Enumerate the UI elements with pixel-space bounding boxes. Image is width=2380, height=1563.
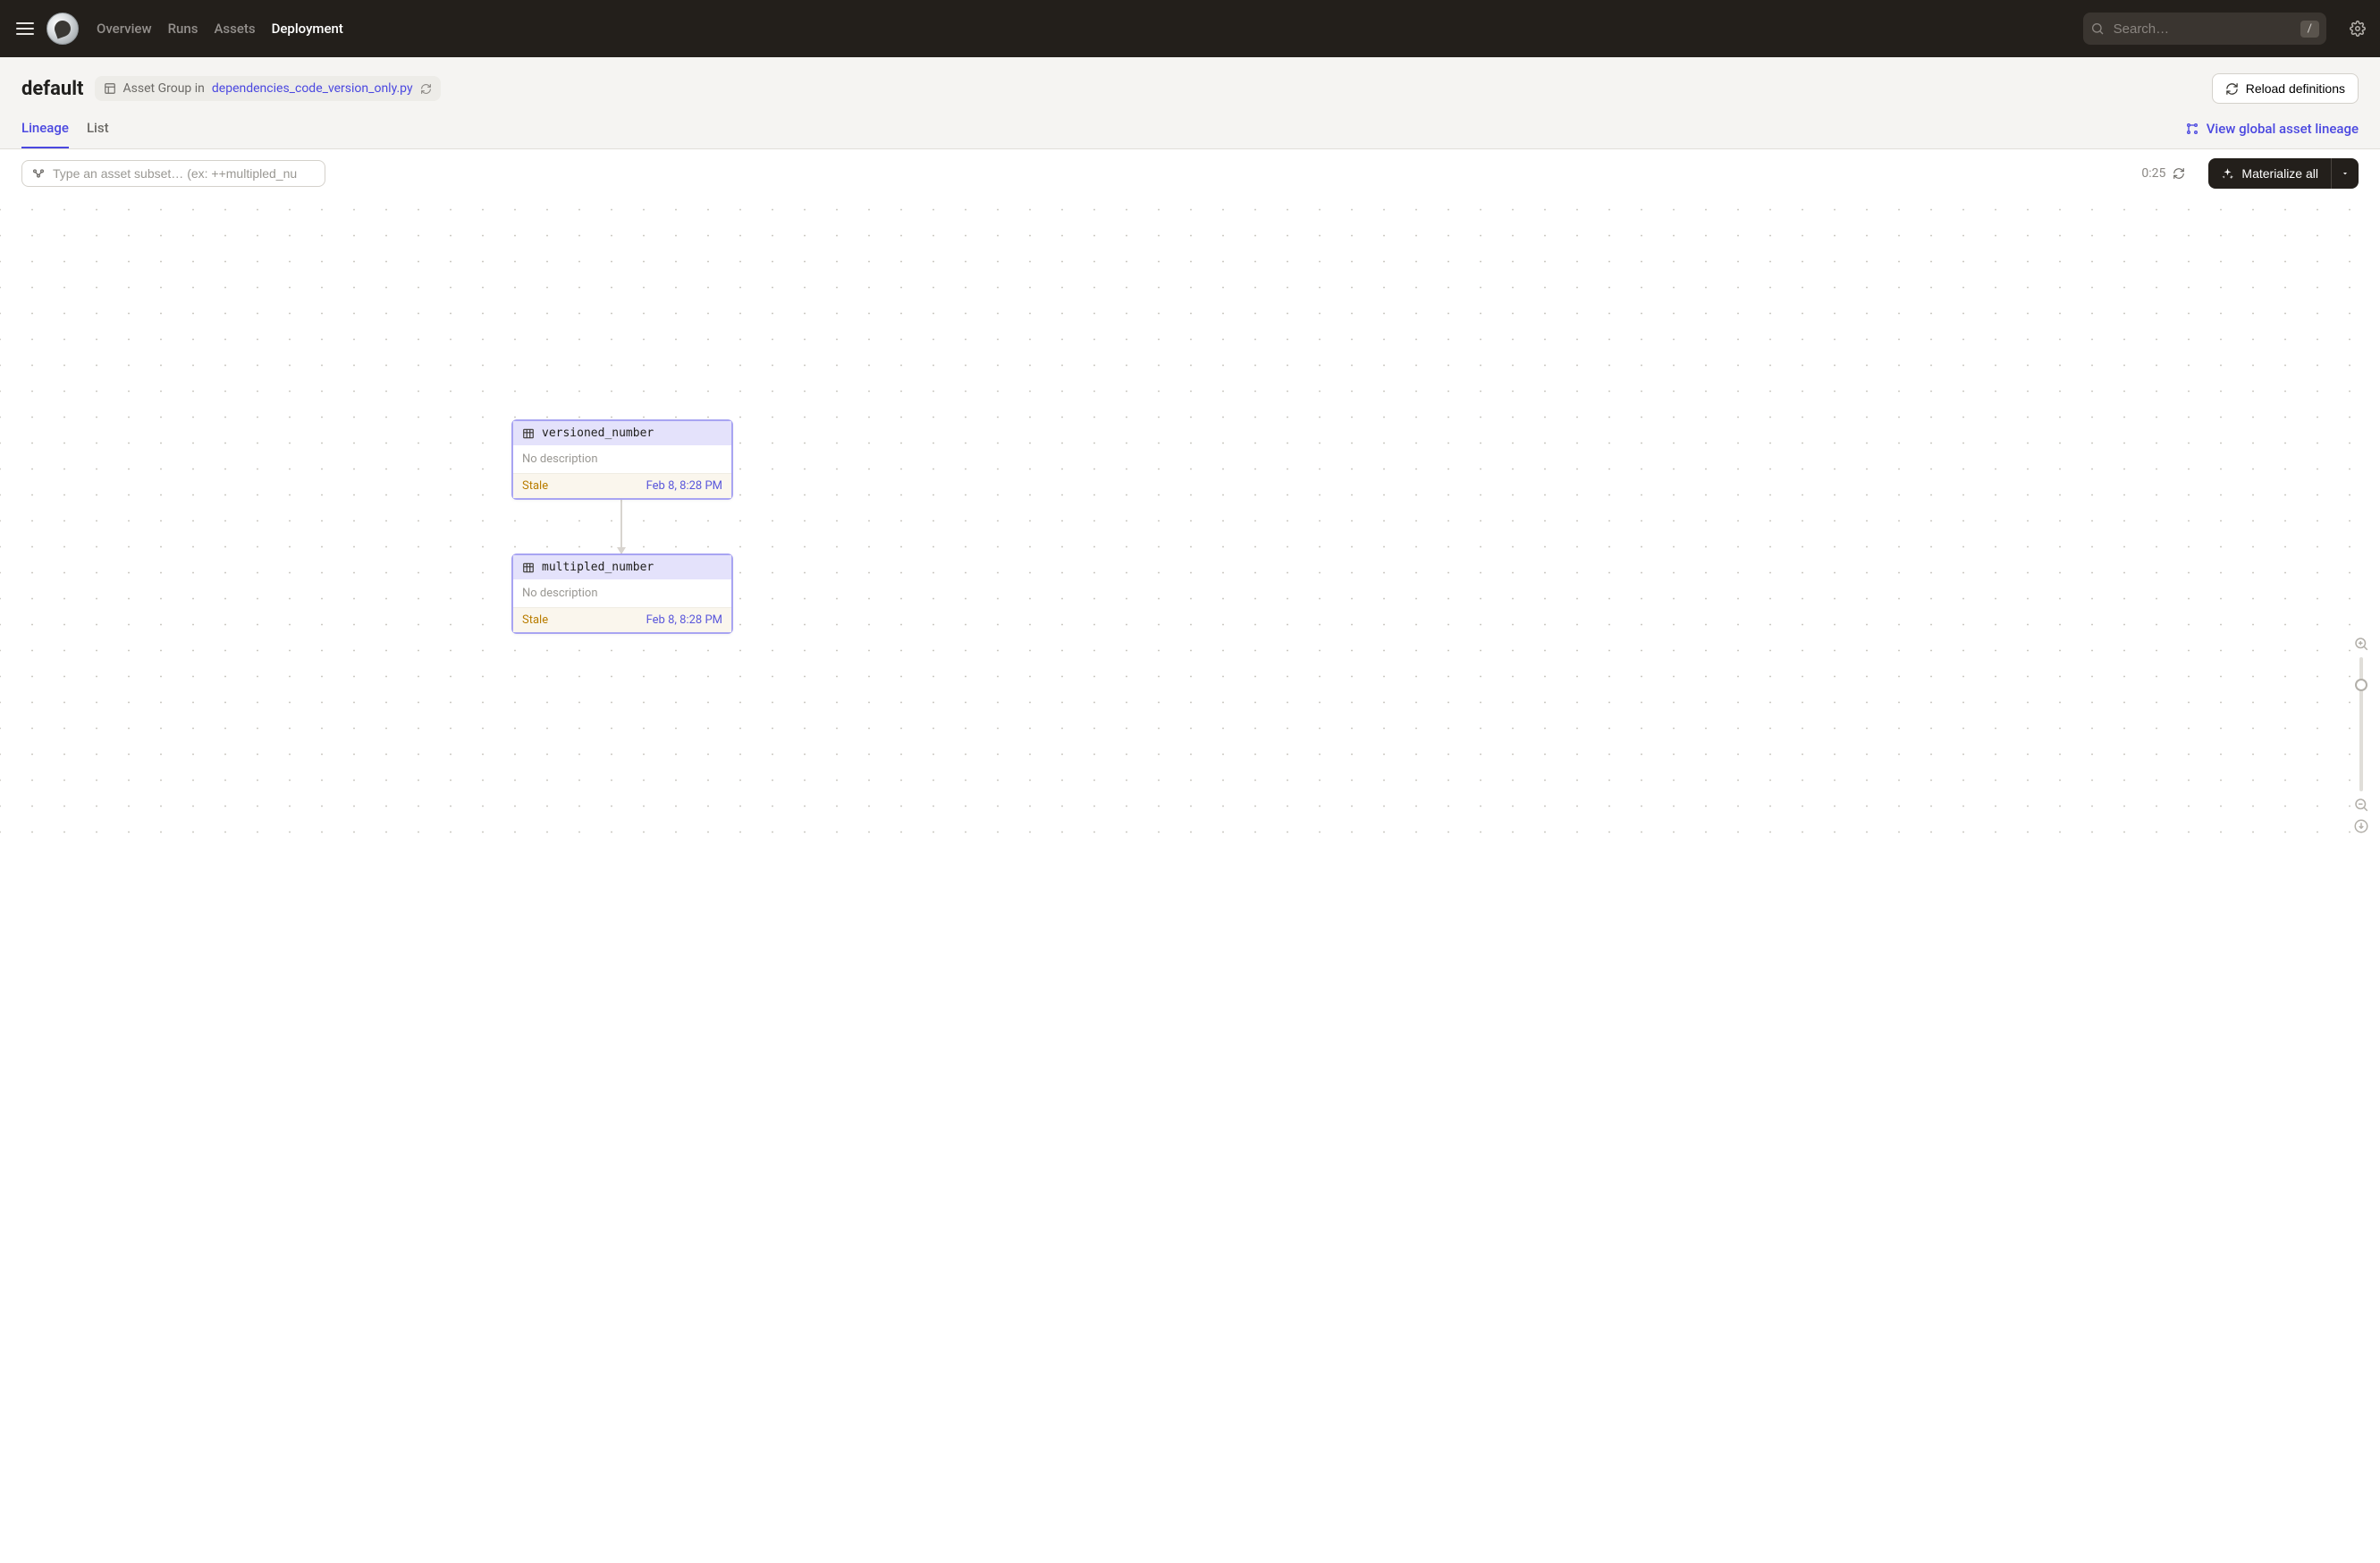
reload-icon xyxy=(2225,82,2239,96)
reload-definitions-label: Reload definitions xyxy=(2246,81,2345,96)
search-box[interactable]: / xyxy=(2083,13,2326,45)
asset-group-chip: Asset Group in dependencies_code_version… xyxy=(95,76,441,101)
zoom-in-button[interactable] xyxy=(2353,636,2369,652)
reload-definitions-button[interactable]: Reload definitions xyxy=(2212,73,2359,104)
materialize-all-button[interactable]: Materialize all xyxy=(2208,158,2331,189)
timer-value: 0:25 xyxy=(2141,166,2165,181)
download-icon xyxy=(2353,818,2369,834)
graph-icon xyxy=(2185,122,2199,136)
page-title: default xyxy=(21,78,84,100)
asset-timestamp: Feb 8, 8:28 PM xyxy=(646,479,722,493)
refresh-timer: 0:25 xyxy=(2141,166,2185,181)
zoom-fit-button[interactable] xyxy=(2353,818,2369,834)
asset-filter-box[interactable] xyxy=(21,160,325,187)
page-header: default Asset Group in dependencies_code… xyxy=(0,57,2380,149)
chevron-down-icon xyxy=(2341,169,2350,178)
asset-node-versioned-number[interactable]: versioned_number No description Stale Fe… xyxy=(511,419,733,500)
materialize-button-group: Materialize all xyxy=(2208,158,2359,189)
materialize-label: Materialize all xyxy=(2241,166,2318,181)
asset-node-multipled-number[interactable]: multipled_number No description Stale Fe… xyxy=(511,553,733,634)
zoom-in-icon xyxy=(2353,636,2369,652)
repo-icon xyxy=(104,82,116,95)
asset-status: Stale xyxy=(522,479,548,493)
asset-name: multipled_number xyxy=(542,561,654,574)
search-input[interactable] xyxy=(2114,21,2291,37)
asset-status: Stale xyxy=(522,613,548,627)
filter-icon xyxy=(31,166,46,181)
asset-name: versioned_number xyxy=(542,427,654,440)
zoom-out-button[interactable] xyxy=(2353,797,2369,813)
table-icon xyxy=(522,562,535,574)
search-shortcut: / xyxy=(2300,21,2319,38)
zoom-out-icon xyxy=(2353,797,2369,813)
global-lineage-label: View global asset lineage xyxy=(2207,121,2359,137)
global-lineage-link[interactable]: View global asset lineage xyxy=(2185,121,2359,148)
zoom-controls xyxy=(2353,636,2369,834)
asset-timestamp: Feb 8, 8:28 PM xyxy=(646,613,722,627)
lineage-canvas[interactable]: versioned_number No description Stale Fe… xyxy=(0,198,2380,841)
nav-assets[interactable]: Assets xyxy=(214,21,255,37)
materialize-dropdown-button[interactable] xyxy=(2331,158,2359,189)
nav-deployment[interactable]: Deployment xyxy=(272,21,343,37)
nav-overview[interactable]: Overview xyxy=(97,21,152,37)
canvas-toolbar: 0:25 Materialize all xyxy=(0,149,2380,198)
menu-icon[interactable] xyxy=(14,18,36,39)
asset-filter-input[interactable] xyxy=(53,166,316,181)
asset-description: No description xyxy=(513,445,731,473)
chip-prefix: Asset Group in xyxy=(123,81,205,96)
refresh-now-button[interactable] xyxy=(2173,167,2185,180)
zoom-slider-track[interactable] xyxy=(2359,657,2363,791)
gear-icon xyxy=(2350,21,2366,37)
reload-icon xyxy=(420,83,432,95)
app-logo[interactable] xyxy=(46,13,79,45)
sparkle-icon xyxy=(2221,167,2234,181)
nav-links: Overview Runs Assets Deployment xyxy=(97,21,343,37)
asset-description: No description xyxy=(513,579,731,607)
settings-button[interactable] xyxy=(2350,21,2366,37)
tab-list[interactable]: List xyxy=(87,120,109,148)
search-icon xyxy=(2090,21,2105,36)
nav-runs[interactable]: Runs xyxy=(168,21,198,37)
top-nav: Overview Runs Assets Deployment / xyxy=(0,0,2380,57)
tab-lineage[interactable]: Lineage xyxy=(21,120,69,148)
reload-icon xyxy=(2173,167,2185,180)
view-tabs: Lineage List xyxy=(21,120,109,148)
table-icon xyxy=(522,427,535,440)
zoom-slider-thumb[interactable] xyxy=(2355,679,2367,691)
chip-file-link[interactable]: dependencies_code_version_only.py xyxy=(212,81,413,96)
edge xyxy=(620,493,622,553)
chip-reload-button[interactable] xyxy=(420,83,432,95)
